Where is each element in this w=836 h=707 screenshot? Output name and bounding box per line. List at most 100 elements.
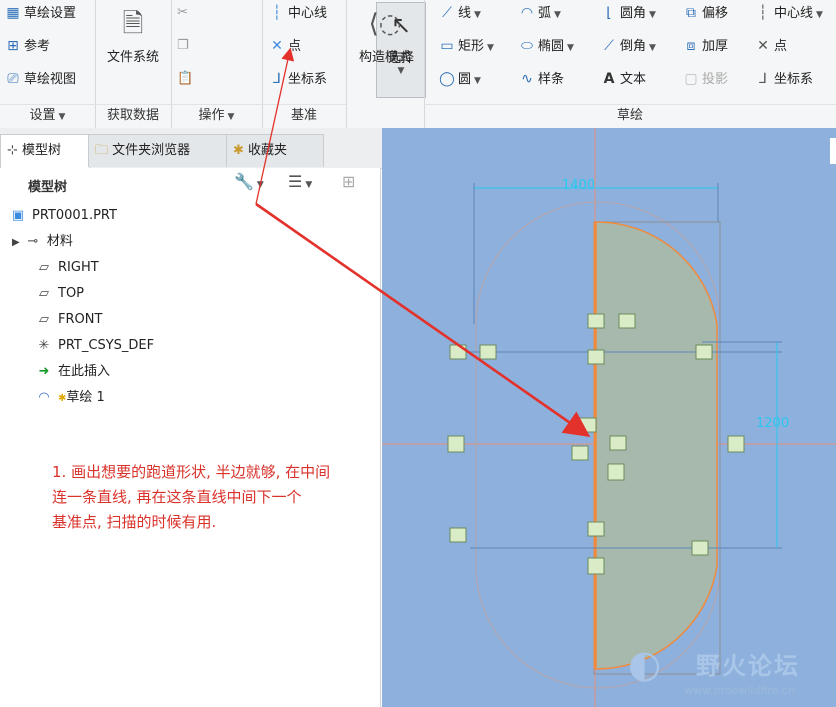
- offset-button[interactable]: ⧉ 偏移: [682, 0, 728, 26]
- dimension-width[interactable]: 1400: [562, 178, 595, 193]
- line-icon: ⟋: [442, 5, 452, 21]
- construction-mode-icon: ⟨◌: [368, 9, 402, 39]
- watermark-logo-icon: ◐: [628, 642, 662, 686]
- datum-point-button[interactable]: ✕ 点: [268, 33, 301, 59]
- sketch-icon: ◠: [38, 390, 50, 405]
- tree-settings-icon[interactable]: 🔧 ▼: [234, 172, 264, 191]
- panel-title: 模型树: [28, 180, 68, 195]
- group-setup: ▦ 草绘设置 ⊞ 参考 ⎚ 草绘视图 设置 ▼: [0, 0, 96, 128]
- csys-icon: ✳: [38, 338, 50, 353]
- tree-item-material[interactable]: ▶ ⊸ 材料: [12, 231, 73, 253]
- datum-plane-icon: ▱: [39, 260, 49, 275]
- insert-arrow-icon: ➜: [38, 364, 50, 379]
- tree-item-insert-here[interactable]: ➜ 在此插入: [34, 361, 110, 383]
- sketch-point-button[interactable]: ✕ 点: [754, 33, 787, 59]
- sketch-centerline-button[interactable]: ┆ 中心线 ▼: [754, 0, 823, 26]
- arc-icon: ◠: [520, 5, 534, 21]
- thicken-icon: ⧈: [686, 38, 696, 54]
- sketch-setup-icon: ▦: [6, 5, 20, 21]
- line-button[interactable]: ⟋ 线 ▼: [438, 0, 481, 26]
- arc-button[interactable]: ◠ 弧 ▼: [518, 0, 561, 26]
- text-button[interactable]: A 文本: [600, 66, 646, 92]
- spline-button[interactable]: ∿ 样条: [518, 66, 564, 92]
- graphics-canvas[interactable]: 1400 1200: [382, 128, 836, 707]
- constraint-marker: [571, 445, 589, 461]
- offset-icon: ⧉: [686, 5, 696, 21]
- group-setup-title[interactable]: 设置 ▼: [0, 104, 95, 127]
- material-icon: ⊸: [27, 234, 39, 249]
- sketch-setup-button[interactable]: ▦ 草绘设置: [4, 0, 76, 26]
- constraint-marker: [447, 435, 465, 453]
- constraint-marker: [587, 313, 605, 329]
- constraint-marker: [587, 557, 605, 575]
- ellipse-button[interactable]: ⬭ 椭圆 ▼: [518, 33, 574, 59]
- sketch-view-icon: ⎚: [7, 71, 19, 87]
- csys-icon: ⅃: [273, 71, 281, 87]
- tab-model-tree[interactable]: ⊹ 模型树: [0, 134, 90, 168]
- tree-visibility-icon[interactable]: ⊞: [342, 172, 355, 191]
- point-icon: ✕: [757, 38, 769, 54]
- tree-item-part[interactable]: ▣ PRT0001.PRT: [8, 205, 117, 227]
- thicken-button[interactable]: ⧈ 加厚: [682, 33, 728, 59]
- tree-item-sketch[interactable]: ◠ ✱草绘 1: [34, 387, 104, 409]
- rectangle-icon: ▭: [440, 38, 454, 54]
- circle-icon: ◯: [439, 71, 455, 87]
- construction-mode-button[interactable]: ⟨◌ 构造模式: [350, 2, 420, 65]
- group-get-data-title: 获取数据: [95, 104, 171, 127]
- circle-button[interactable]: ◯ 圆 ▼: [438, 66, 481, 92]
- references-button[interactable]: ⊞ 参考: [4, 33, 50, 59]
- constraint-marker: [579, 417, 597, 433]
- chamfer-button[interactable]: ⟋ 倒角 ▼: [600, 33, 656, 59]
- copy-icon[interactable]: ❐: [177, 33, 189, 59]
- rectangle-button[interactable]: ▭ 矩形 ▼: [438, 33, 494, 59]
- datum-plane-icon: ▱: [39, 312, 49, 327]
- ellipse-icon: ⬭: [521, 38, 533, 54]
- part-icon: ▣: [11, 208, 25, 223]
- watermark: ◐ 野火论坛 www.proewildfire.cn: [628, 642, 800, 697]
- tree-item-front-plane[interactable]: ▱ FRONT: [34, 309, 102, 331]
- group-sketch-title: 草绘: [424, 104, 836, 127]
- tree-item-right-plane[interactable]: ▱ RIGHT: [34, 257, 99, 279]
- csys-icon: ⅃: [759, 71, 767, 87]
- model-tree-panel: 模型树 🔧 ▼ ☰ ▼ ⊞ ▣ PRT0001.PRT ▶ ⊸ 材料 ▱ RIGHT ▱ T…: [0, 168, 381, 707]
- constraint-marker: [479, 344, 497, 360]
- file-system-button[interactable]: 🗎 文件系统: [101, 2, 165, 65]
- datum-centerline-button[interactable]: ┆ 中心线: [268, 0, 327, 26]
- datum-csys-button[interactable]: ⅃ 坐标系: [268, 66, 327, 92]
- group-operations-title[interactable]: 操作 ▼: [171, 104, 262, 127]
- references-icon: ⊞: [7, 38, 19, 54]
- constraint-marker: [449, 527, 467, 543]
- annotation-note: 1. 画出想要的跑道形状, 半边就够, 在中间 连一条直线, 再在这条直线中间下…: [52, 463, 331, 531]
- dimension-height[interactable]: 1200: [756, 416, 789, 431]
- project-button[interactable]: ▢ 投影: [682, 66, 728, 92]
- centerline-icon: ┆: [758, 5, 768, 21]
- sketch-view-button[interactable]: ⎚ 草绘视图: [4, 66, 76, 92]
- group-operations: ✂ ❐ 📋 ↖ 选择 ▼ 操作 ▼: [171, 0, 426, 128]
- text-icon: A: [603, 71, 615, 87]
- spline-icon: ∿: [521, 71, 533, 87]
- tab-favorites[interactable]: ✱ 收藏夹: [226, 134, 324, 167]
- group-datum-title: 基准: [262, 104, 346, 127]
- sketch-csys-button[interactable]: ⅃ 坐标系: [754, 66, 813, 92]
- tree-item-csys[interactable]: ✳ PRT_CSYS_DEF: [34, 335, 155, 357]
- tab-folder-browser[interactable]: 🗀 文件夹浏览器: [88, 134, 228, 167]
- constraint-marker: [607, 463, 625, 481]
- file-system-icon: 🗎: [122, 9, 144, 39]
- constraint-marker: [618, 313, 636, 329]
- expand-arrow-icon[interactable]: ▶: [12, 237, 23, 248]
- group-sketch: ⟋ 线 ▼ ▭ 矩形 ▼ ◯ 圆 ▼ ◠ 弧 ▼ ⬭ 椭圆 ▼ ∿ 样条 ⌊ 圆角 ▼ ⟋ 倒角 ▼ A 文本 …: [424, 0, 836, 128]
- chamfer-icon: ⟋: [604, 38, 614, 54]
- constraint-marker: [587, 521, 605, 537]
- paste-icon[interactable]: 📋: [177, 66, 193, 92]
- tree-item-top-plane[interactable]: ▱ TOP: [34, 283, 84, 305]
- cut-icon[interactable]: ✂: [177, 0, 188, 26]
- canvas-scroll-tab[interactable]: [830, 138, 836, 164]
- group-get-data: 🗎 文件系统 获取数据: [95, 0, 172, 128]
- datum-plane-icon: ▱: [39, 286, 49, 301]
- constraint-marker: [609, 435, 627, 451]
- constraint-marker: [691, 540, 709, 556]
- constraint-marker: [727, 435, 745, 453]
- project-icon: ▢: [684, 71, 698, 87]
- tree-filters-icon[interactable]: ☰ ▼: [288, 172, 312, 191]
- fillet-button[interactable]: ⌊ 圆角 ▼: [600, 0, 656, 26]
